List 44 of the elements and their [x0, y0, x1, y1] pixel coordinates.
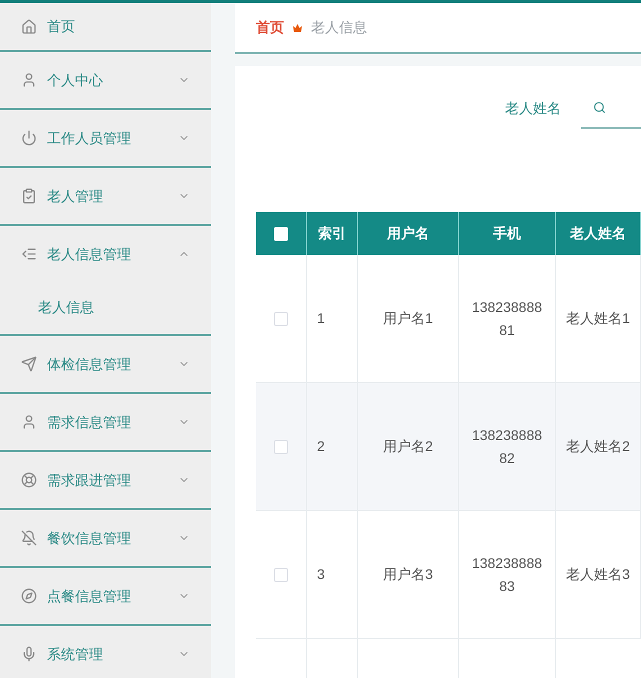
- row-checkbox[interactable]: [274, 568, 288, 582]
- home-icon: [21, 18, 37, 34]
- menu-item[interactable]: 需求信息管理: [0, 394, 211, 450]
- menu-item[interactable]: 餐饮信息管理: [0, 510, 211, 566]
- table-cell-text: 用户名2: [383, 437, 433, 456]
- breadcrumb-item: 老人信息: [311, 18, 367, 37]
- menu-item[interactable]: 首页: [0, 3, 211, 50]
- menu-item[interactable]: 体检信息管理: [0, 336, 211, 392]
- table-cell-text: 用户名1: [383, 309, 433, 328]
- search-icon: [593, 100, 606, 114]
- bell-off-icon: [21, 530, 37, 546]
- table-cell-text: 13823888882: [470, 426, 544, 468]
- lifebuoy-icon: [21, 472, 37, 488]
- table-cell-text: 用户名3: [383, 565, 433, 584]
- table-cell-text: 13823888881: [470, 298, 544, 340]
- paper-plane-icon: [21, 356, 37, 372]
- table-cell-text: 13823888883: [470, 554, 544, 596]
- user-icon: [21, 72, 37, 88]
- row-checkbox[interactable]: [274, 440, 288, 454]
- table-cell-text: 老人姓名1: [566, 309, 630, 328]
- table-cell-text: 老人姓名2: [566, 437, 630, 456]
- menu-item[interactable]: 点餐信息管理: [0, 568, 211, 624]
- clipboard-icon: [21, 188, 37, 204]
- row-checkbox[interactable]: [274, 312, 288, 326]
- select-all-checkbox[interactable]: [274, 226, 288, 240]
- search-label: 老人姓名: [505, 98, 561, 118]
- user-icon: [21, 414, 37, 430]
- menu-item[interactable]: 工作人员管理: [0, 110, 211, 166]
- list-indent-icon: [21, 246, 37, 262]
- compass-icon: [21, 588, 37, 604]
- crown-icon: [292, 22, 303, 32]
- menu-item[interactable]: 系统管理: [0, 626, 211, 678]
- table-cell-text: 2: [317, 437, 325, 456]
- breadcrumb-item[interactable]: 首页: [256, 17, 284, 38]
- menu-item[interactable]: 老人管理: [0, 168, 211, 224]
- submenu-item[interactable]: 老人信息: [0, 282, 211, 332]
- power-icon: [21, 130, 37, 146]
- table-cell-text: 3: [317, 565, 325, 584]
- menu-item[interactable]: 需求跟进管理: [0, 452, 211, 508]
- menu-item[interactable]: 个人中心: [0, 52, 211, 108]
- microphone-icon: [21, 646, 37, 662]
- menu-item[interactable]: 老人信息管理: [0, 226, 211, 282]
- table-cell-text: 1: [317, 309, 325, 328]
- table-cell-text: 老人姓名3: [566, 565, 630, 584]
